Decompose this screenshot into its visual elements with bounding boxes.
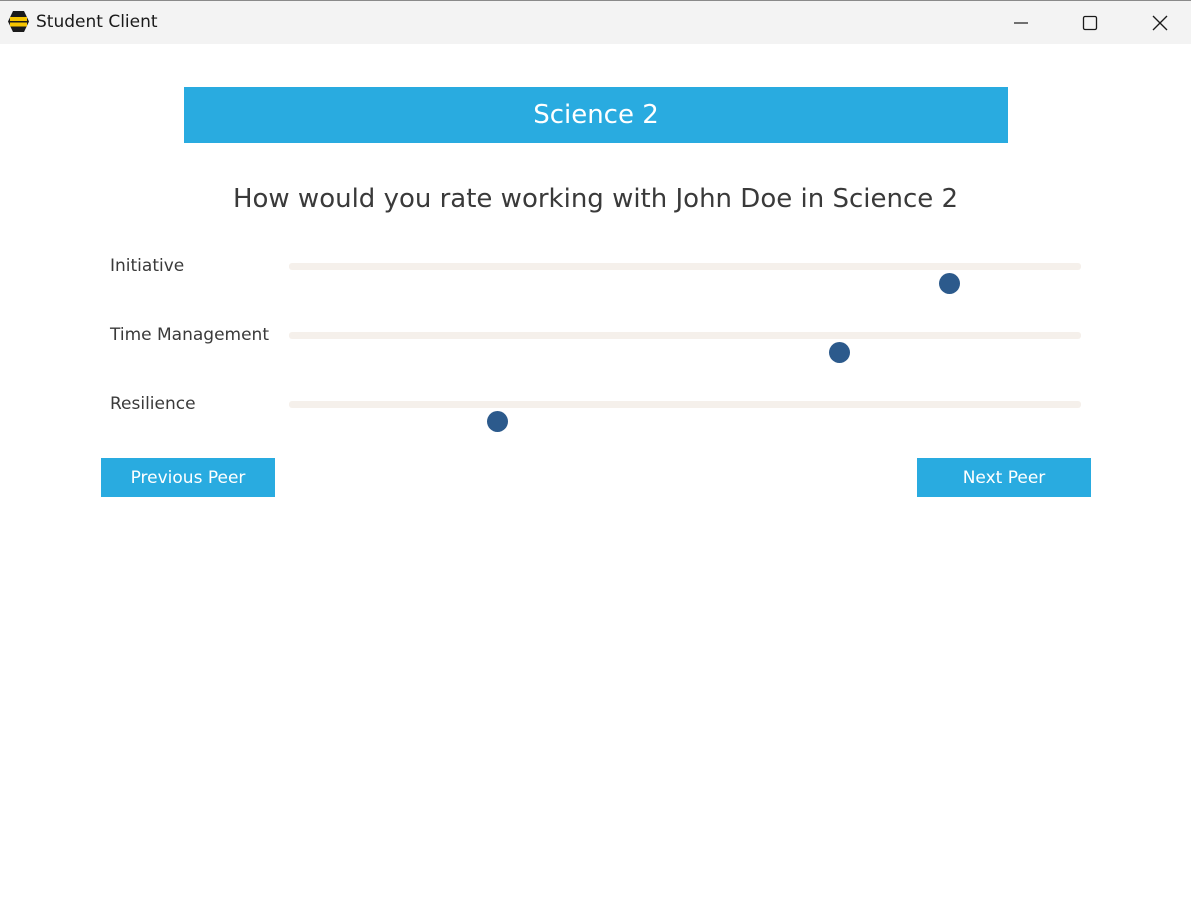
next-peer-button[interactable]: Next Peer <box>917 458 1091 497</box>
maximize-icon <box>1082 15 1098 30</box>
close-icon <box>1152 15 1168 30</box>
rating-label: Time Management <box>110 325 269 345</box>
rating-row-time-management: Time Management <box>0 315 1191 363</box>
time-management-slider[interactable] <box>289 332 1081 363</box>
rating-row-initiative: Initiative <box>0 246 1191 294</box>
app-window: Student Client Science 2 How would you r… <box>0 0 1191 913</box>
resilience-slider[interactable] <box>289 401 1081 432</box>
rating-row-resilience: Resilience <box>0 384 1191 432</box>
title-bar[interactable]: Student Client <box>0 1 1191 44</box>
previous-peer-button[interactable]: Previous Peer <box>101 458 275 497</box>
slider-thumb[interactable] <box>938 273 960 294</box>
rating-label: Initiative <box>110 256 185 276</box>
minimize-icon <box>1014 21 1028 24</box>
window-title: Student Client <box>36 12 158 32</box>
rating-label: Resilience <box>110 394 196 414</box>
minimize-button[interactable] <box>987 1 1055 44</box>
slider-thumb[interactable] <box>487 411 509 432</box>
hexagon-app-icon <box>8 11 29 32</box>
rating-question: How would you rate working with John Doe… <box>232 184 959 214</box>
main-content: Science 2 How would you rate working wit… <box>0 44 1191 913</box>
course-title-banner: Science 2 <box>184 87 1008 143</box>
slider-thumb[interactable] <box>828 342 850 363</box>
close-button[interactable] <box>1126 1 1191 44</box>
initiative-slider[interactable] <box>289 263 1081 294</box>
maximize-button[interactable] <box>1056 1 1124 44</box>
